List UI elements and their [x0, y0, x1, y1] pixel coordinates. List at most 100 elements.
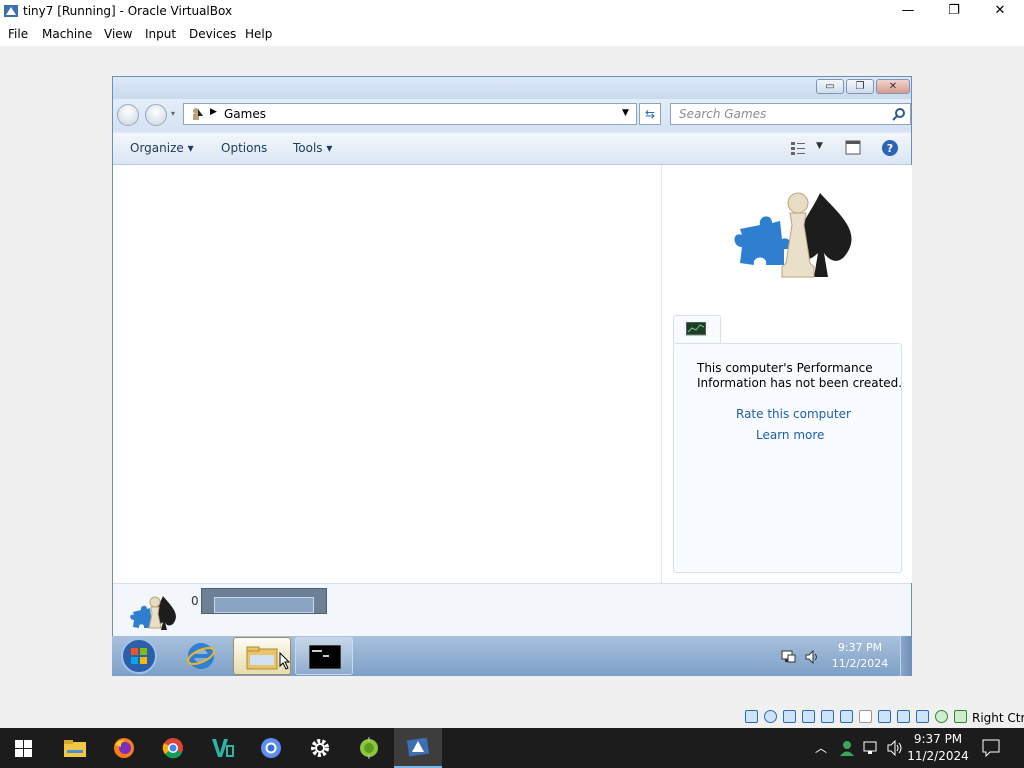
network-status-icon[interactable]: [821, 710, 834, 723]
chromium-icon: [261, 738, 281, 758]
details-pane: 0: [113, 583, 911, 636]
organize-menu[interactable]: Organize ▾: [130, 141, 194, 155]
host-chromium[interactable]: [247, 728, 295, 768]
host-virtualbox[interactable]: [394, 728, 442, 768]
minimize-button[interactable]: —: [885, 0, 931, 22]
recording-status-icon[interactable]: [897, 710, 910, 723]
host-vs-code-app[interactable]: [198, 728, 246, 768]
guest-additions-status-icon[interactable]: [935, 710, 948, 723]
learn-more-link[interactable]: Learn more: [756, 428, 824, 442]
window-title: tiny7 [Running] - Oracle VirtualBox: [23, 4, 233, 18]
forward-button[interactable]: [145, 104, 167, 126]
thumbnail-window: [214, 597, 314, 613]
green-orb-icon: [360, 737, 378, 759]
back-button[interactable]: [117, 104, 139, 126]
vbox-titlebar: tiny7 [Running] - Oracle VirtualBox — ❐ …: [0, 0, 1024, 22]
tools-menu[interactable]: Tools ▾: [293, 141, 332, 155]
guest-clock[interactable]: 9:37 PM 11/2/2024: [828, 640, 892, 672]
guest-clock-time: 9:37 PM: [837, 641, 883, 654]
vbox-menubar: File Machine View Input Devices Help: [0, 22, 1024, 46]
menu-help[interactable]: Help: [245, 27, 272, 41]
games-small-icon: [130, 596, 176, 630]
file-explorer-icon: [64, 740, 86, 757]
options-button[interactable]: Options: [221, 141, 267, 155]
performance-tab[interactable]: [673, 315, 721, 345]
host-file-explorer[interactable]: [51, 728, 99, 768]
guest-clock-date: 11/2/2024: [831, 657, 889, 670]
address-dropdown-icon[interactable]: ▼: [622, 108, 629, 118]
folder-icon: [246, 646, 278, 670]
windows-start-icon[interactable]: [15, 740, 32, 757]
host-clock[interactable]: 9:37 PM 11/2/2024: [906, 731, 970, 765]
host-taskbar: ︿ 9:37 PM 11/2/2024: [0, 728, 1024, 768]
audio-status-icon[interactable]: [802, 710, 815, 723]
help-icon[interactable]: ?: [881, 139, 899, 157]
optical-drive-status-icon[interactable]: [764, 710, 777, 723]
breadcrumb-games[interactable]: Games: [224, 107, 266, 121]
games-folder-icon: [193, 108, 203, 120]
address-bar[interactable]: ▶ Games ▼: [183, 103, 637, 125]
menu-machine[interactable]: Machine: [42, 27, 92, 41]
search-icon[interactable]: [892, 107, 906, 121]
games-logo-icon: [734, 192, 852, 278]
performance-monitor-icon: [686, 322, 706, 336]
guest-restore-button[interactable]: ❐: [846, 79, 874, 94]
guest-screen[interactable]: ▭ ❐ ✕ ▾ ▶ Games ▼ ⇆ Search Games Organiz…: [112, 76, 912, 676]
speaker-icon[interactable]: [886, 740, 904, 756]
hard-disk-status-icon[interactable]: [745, 710, 758, 723]
preview-pane-icon[interactable]: [845, 140, 861, 155]
gear-icon: [311, 739, 329, 757]
performance-info-panel: This computer's Performance Information …: [673, 343, 902, 573]
command-bar: Organize ▾ Options Tools ▾ ▼ ?: [113, 133, 911, 165]
start-orb-icon[interactable]: [120, 638, 158, 674]
floppy-status-icon[interactable]: [783, 710, 796, 723]
cpu-status-icon[interactable]: [916, 710, 929, 723]
host-firefox[interactable]: [100, 728, 148, 768]
guest-taskbar: 9:37 PM 11/2/2024: [112, 636, 912, 676]
search-placeholder: Search Games: [679, 107, 767, 121]
vb-app-icon: [212, 739, 234, 757]
shared-folders-status-icon[interactable]: [859, 710, 872, 723]
host-chrome[interactable]: [149, 728, 197, 768]
guest-close-button[interactable]: ✕: [876, 79, 910, 94]
host-clock-time: 9:37 PM: [913, 732, 963, 746]
network-tray-icon[interactable]: [862, 740, 880, 756]
host-android-app[interactable]: [345, 728, 393, 768]
user-status-icon[interactable]: [838, 739, 856, 757]
show-hidden-icons-chevron-icon[interactable]: ︿: [815, 739, 827, 756]
volume-icon[interactable]: [804, 649, 820, 665]
task-thumbnail-preview: [201, 588, 327, 614]
host-clock-date: 11/2/2024: [907, 749, 969, 763]
item-count: 0: [191, 594, 199, 608]
menu-view[interactable]: View: [104, 27, 132, 41]
display-status-icon[interactable]: [878, 710, 891, 723]
usb-status-icon[interactable]: [840, 710, 853, 723]
guest-minimize-button[interactable]: ▭: [816, 79, 844, 94]
views-icon[interactable]: [791, 141, 805, 155]
taskbar-command-prompt[interactable]: [295, 637, 353, 675]
tools-label: Tools: [293, 141, 323, 155]
network-icon[interactable]: [780, 649, 796, 665]
close-button[interactable]: ✕: [977, 0, 1023, 22]
firefox-icon: [114, 738, 134, 758]
menu-input[interactable]: Input: [145, 27, 176, 41]
restore-button[interactable]: ❐: [931, 0, 977, 22]
views-dropdown-icon[interactable]: ▼: [816, 141, 823, 151]
menu-file[interactable]: File: [8, 27, 28, 41]
host-settings[interactable]: [296, 728, 344, 768]
internet-explorer-icon: [187, 643, 215, 669]
action-center-icon[interactable]: [982, 739, 1000, 757]
recent-pages-chevron-icon[interactable]: ▾: [171, 109, 175, 118]
refresh-icon[interactable]: ⇆: [639, 103, 661, 125]
show-desktop-button[interactable]: [900, 636, 912, 676]
navigation-bar: ▾ ▶ Games ▼ ⇆ Search Games: [113, 99, 911, 131]
mouse-integration-status-icon[interactable]: [954, 710, 967, 723]
organize-label: Organize: [130, 141, 184, 155]
taskbar-internet-explorer[interactable]: [172, 637, 230, 675]
search-input[interactable]: Search Games: [670, 103, 911, 125]
taskbar-windows-explorer[interactable]: [233, 637, 291, 675]
rate-this-computer-link[interactable]: Rate this computer: [736, 407, 851, 421]
menu-devices[interactable]: Devices: [189, 27, 236, 41]
file-list-area[interactable]: [113, 165, 661, 583]
chrome-icon: [162, 738, 183, 759]
